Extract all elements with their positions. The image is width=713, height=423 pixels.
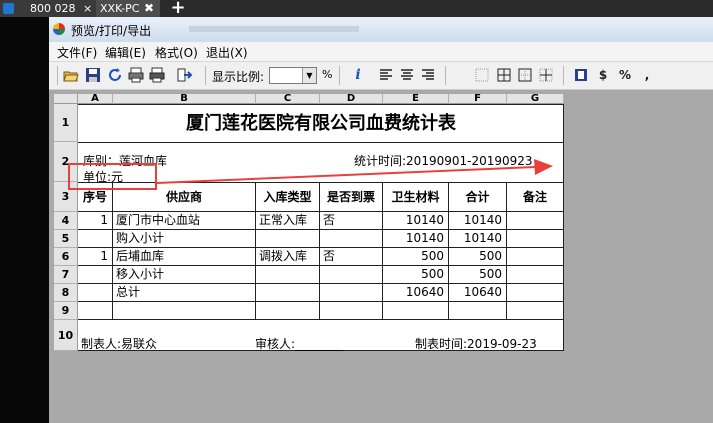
annotation-arrow-icon (156, 159, 553, 184)
